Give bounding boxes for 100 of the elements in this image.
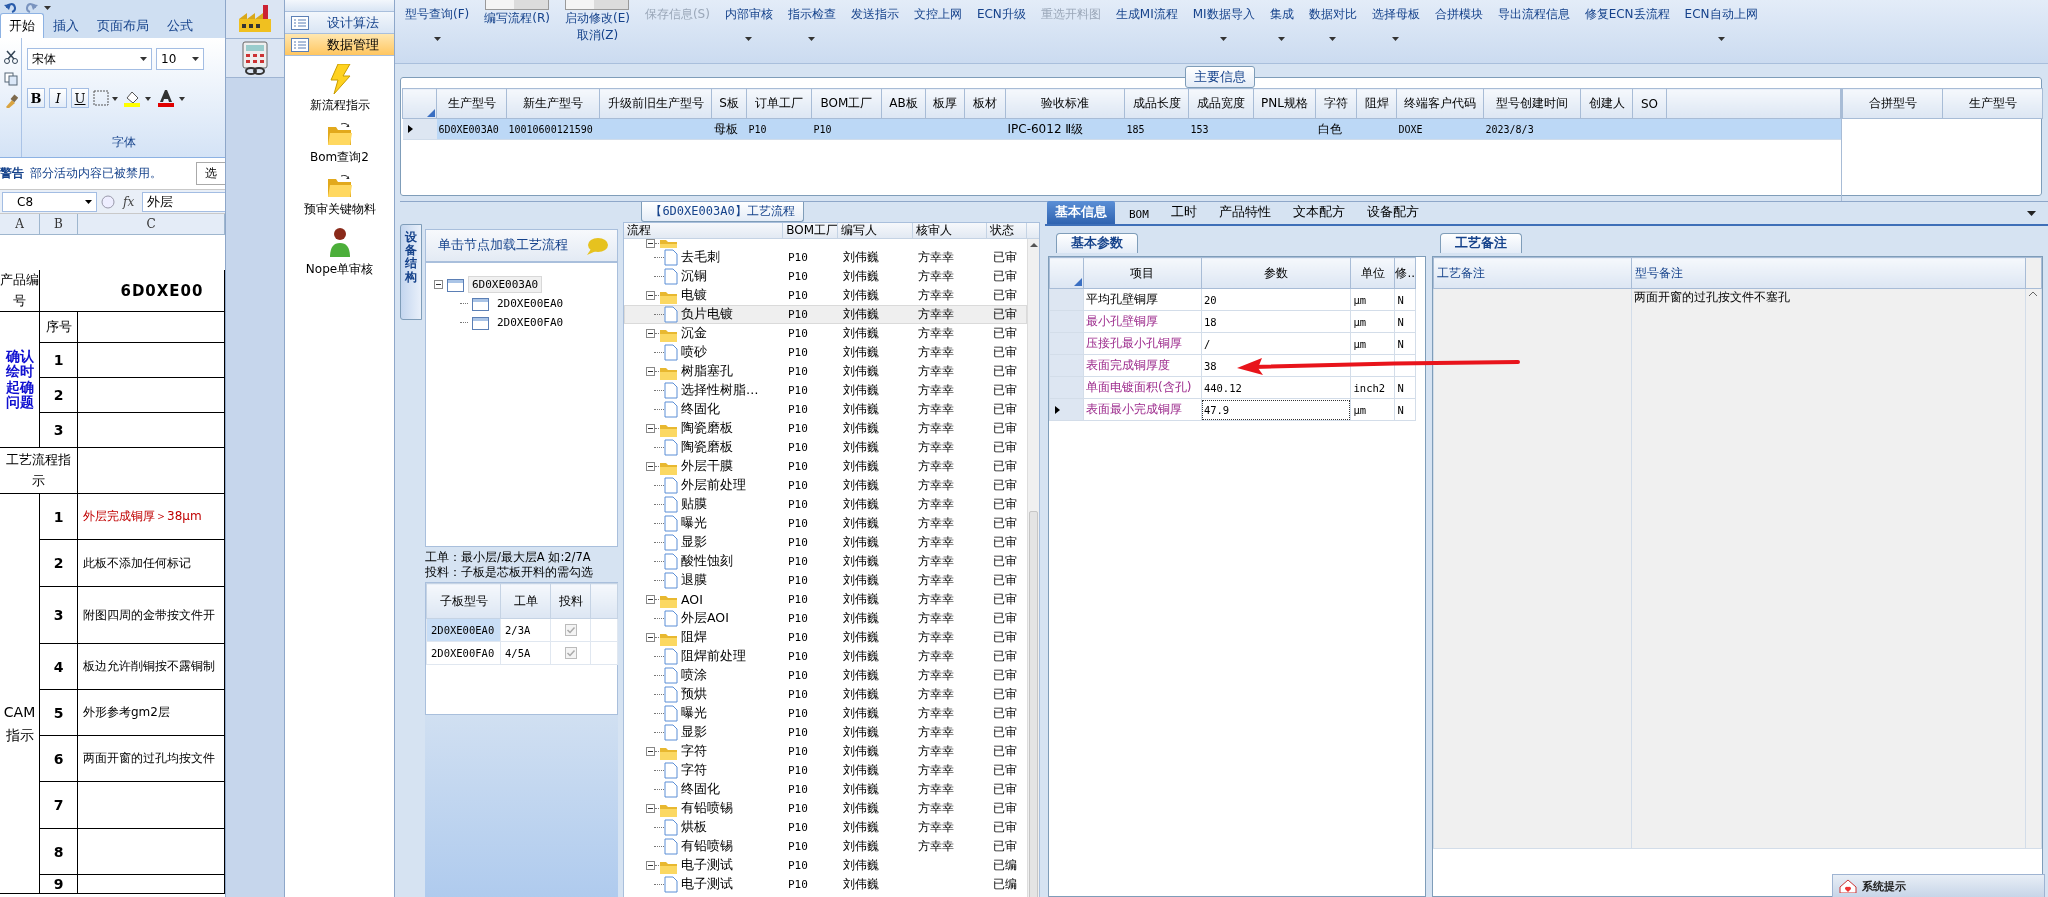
column-header[interactable]: 生产型号 xyxy=(1942,88,2043,119)
column-header[interactable]: 新生产型号 xyxy=(506,88,600,119)
toolbar-button[interactable]: 文控上网 xyxy=(913,0,962,23)
column-header[interactable]: 升级前旧生产型号 xyxy=(599,88,712,119)
tab[interactable]: 文本配方 xyxy=(1284,201,1353,224)
table-row[interactable]: 最小孔壁铜厚 18 μm N xyxy=(1049,310,1425,333)
format-button[interactable]: I xyxy=(49,88,67,108)
toolbar-button[interactable]: MI数据导入 xyxy=(1192,0,1255,41)
tree-row[interactable]: 喷砂 P10 刘伟巍 方幸幸 已审 xyxy=(624,343,1027,362)
tab[interactable]: 产品特性 xyxy=(1210,201,1279,224)
tab[interactable]: BOM xyxy=(1121,205,1157,224)
column-header[interactable]: 工艺备注 xyxy=(1433,257,1632,289)
column-header[interactable]: AB板 xyxy=(881,88,926,119)
column-header[interactable]: 阻焊 xyxy=(1356,88,1397,119)
column-header[interactable]: 订单工厂 xyxy=(746,88,812,119)
column-header[interactable]: 验收标准 xyxy=(1005,88,1125,119)
toolbar-button[interactable]: 生成MI流程 xyxy=(1115,0,1178,23)
tab[interactable]: 工时 xyxy=(1162,201,1205,224)
tree-row[interactable]: 陶瓷磨板 P10 刘伟巍 方幸幸 已审 xyxy=(624,438,1027,457)
tree-row[interactable]: 外层AOI P10 刘伟巍 方幸幸 已审 xyxy=(624,609,1027,628)
nav-item[interactable]: 预审关键物料 xyxy=(285,174,394,218)
column-header[interactable]: PNL规格 xyxy=(1253,88,1316,119)
format-button[interactable]: U xyxy=(71,88,89,108)
tree-row[interactable]: 曝光 P10 刘伟巍 方幸幸 已审 xyxy=(624,514,1027,533)
tree-row[interactable]: 选择性树脂… P10 刘伟巍 方幸幸 已审 xyxy=(624,381,1027,400)
column-header[interactable]: B xyxy=(40,214,78,235)
column-header[interactable]: 工单 xyxy=(500,583,551,619)
table-row[interactable]: 单面电镀面积(含孔) 440.12 inch2 N xyxy=(1049,376,1425,399)
table-row[interactable]: 2D0XE00EA0 2/3A xyxy=(426,618,618,642)
column-header[interactable]: 参数 xyxy=(1201,257,1351,289)
tree-node[interactable]: 6D0XE003A0 xyxy=(468,276,543,293)
column-header[interactable]: 成品长度 xyxy=(1124,88,1189,119)
column-header[interactable]: S板 xyxy=(711,88,747,119)
column-header[interactable]: 核审人 xyxy=(912,223,988,238)
table-row[interactable]: 压接孔最小孔铜厚 / μm N xyxy=(1049,332,1425,355)
tree-row[interactable]: 阻焊前处理 P10 刘伟巍 方幸幸 已审 xyxy=(624,647,1027,666)
ribbon-tab[interactable]: 插入 xyxy=(44,13,88,38)
column-header[interactable]: 型号创建时间 xyxy=(1483,88,1581,119)
column-header[interactable]: 修.. xyxy=(1394,257,1416,289)
column-header[interactable]: 生产型号 xyxy=(436,88,507,119)
tab[interactable]: 设备配方 xyxy=(1358,201,1427,224)
ribbon-tab[interactable]: 开始 xyxy=(0,13,44,38)
tree-row[interactable]: 阻焊 P10 刘伟巍 方幸幸 已审 xyxy=(624,628,1027,647)
tree-row[interactable]: 退膜 P10 刘伟巍 方幸幸 已审 xyxy=(624,571,1027,590)
tree-row[interactable]: 曝光 P10 刘伟巍 方幸幸 已审 xyxy=(624,704,1027,723)
column-header[interactable]: 合拼型号 xyxy=(1842,88,1943,119)
toolbar-button[interactable]: 编写流程(R) xyxy=(484,0,550,27)
tree-row[interactable]: 电子测试 P10 刘伟巍 已编 xyxy=(624,875,1027,894)
toolbar-button[interactable]: 合拼模块 xyxy=(1434,0,1483,23)
insert-function-button[interactable]: fx xyxy=(119,194,139,209)
side-tab[interactable]: 设备结构 xyxy=(400,224,422,320)
table-row[interactable]: 2D0XE00FA0 4/5A xyxy=(426,641,618,665)
column-header[interactable]: BOM工厂 xyxy=(811,88,882,119)
format-button[interactable]: B xyxy=(27,88,45,108)
tree-node[interactable]: 2D0XE00EA0 xyxy=(493,295,568,312)
tree-row[interactable]: 字符 P10 刘伟巍 方幸幸 已审 xyxy=(624,742,1027,761)
formula-field[interactable]: 外层 xyxy=(142,191,225,212)
toolbar-button[interactable]: 集成 xyxy=(1269,0,1294,41)
notification-popup[interactable]: 系统提示 xyxy=(1832,874,2045,897)
column-header[interactable]: 投料 xyxy=(550,583,591,619)
tree-row[interactable]: 沉铜 P10 刘伟巍 方幸幸 已审 xyxy=(624,267,1027,286)
toolbar-button[interactable]: 型号查询(F) xyxy=(405,0,470,41)
tree-row[interactable]: 沉金 P10 刘伟巍 方幸幸 已审 xyxy=(624,324,1027,343)
toolbar-button[interactable]: 导出流程信息 xyxy=(1497,0,1570,23)
nav-section[interactable]: 数据管理 xyxy=(285,34,394,56)
tree-row[interactable]: 字符 P10 刘伟巍 方幸幸 已审 xyxy=(624,761,1027,780)
column-header[interactable]: 字符 xyxy=(1315,88,1357,119)
toolbar-button[interactable]: 数据对比 xyxy=(1308,0,1357,41)
toolbar-button[interactable]: 内部审核 xyxy=(724,0,773,41)
toolbar-button[interactable]: ECN升级 xyxy=(976,0,1026,23)
nav-item[interactable]: Nope单审核 xyxy=(285,226,394,278)
tree-row[interactable]: 负片电镀 P10 刘伟巍 方幸幸 已审 xyxy=(624,305,1027,324)
font-name-field[interactable]: 宋体 xyxy=(27,48,152,70)
column-header[interactable]: 状态 xyxy=(987,223,1028,238)
tree-row[interactable]: 预烘 P10 刘伟巍 方幸幸 已审 xyxy=(624,685,1027,704)
nav-section[interactable]: 设计算法 xyxy=(285,12,394,34)
toolbar-button[interactable]: 启动修改(E) 取消(Z) xyxy=(564,0,630,44)
options-button[interactable]: 选 xyxy=(196,162,225,185)
toolbar-button[interactable]: ECN自动上网 xyxy=(1684,0,1758,41)
ribbon-tab[interactable]: 公式 xyxy=(158,13,202,38)
tree-row[interactable]: 喷涂 P10 刘伟巍 方幸幸 已审 xyxy=(624,666,1027,685)
column-header[interactable]: 流程 xyxy=(624,223,784,238)
tree-row[interactable]: AOI P10 刘伟巍 方幸幸 已审 xyxy=(624,590,1027,609)
nav-item[interactable]: Bom查询2 xyxy=(285,122,394,166)
tree-row[interactable]: 外层干膜 P10 刘伟巍 方幸幸 已审 xyxy=(624,457,1027,476)
column-header[interactable]: 终端客户代码 xyxy=(1396,88,1484,119)
nav-item[interactable]: 新流程指示 xyxy=(285,64,394,114)
tree-row[interactable]: 显影 P10 刘伟巍 方幸幸 已审 xyxy=(624,723,1027,742)
table-row[interactable]: 平均孔壁铜厚 20 μm N xyxy=(1049,288,1425,311)
tab[interactable]: 基本信息 xyxy=(1047,201,1115,224)
column-header[interactable]: SO xyxy=(1632,88,1667,119)
column-header[interactable]: 创建人 xyxy=(1580,88,1633,119)
toolbar-button[interactable]: 选择母板 xyxy=(1371,0,1420,41)
column-header[interactable]: 子板型号 xyxy=(426,583,501,619)
tree-row[interactable]: 终固化 P10 刘伟巍 方幸幸 已审 xyxy=(624,780,1027,799)
sub-tab[interactable]: 基本参数 xyxy=(1056,233,1138,253)
tree-row[interactable]: 显影 P10 刘伟巍 方幸幸 已审 xyxy=(624,533,1027,552)
column-header[interactable]: A xyxy=(0,214,40,235)
tree-row[interactable]: 终固化 P10 刘伟巍 方幸幸 已审 xyxy=(624,400,1027,419)
tree-row[interactable]: 陶瓷磨板 P10 刘伟巍 方幸幸 已审 xyxy=(624,419,1027,438)
